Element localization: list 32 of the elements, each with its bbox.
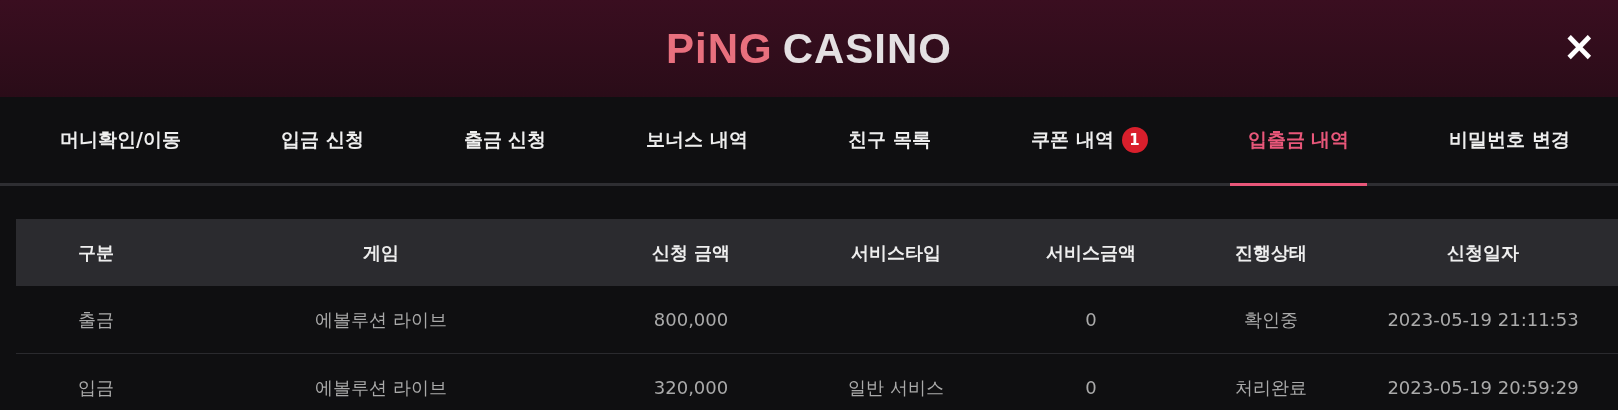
table-cell-text: 확인중 [1243, 307, 1299, 332]
table-cell-text: 800,000 [652, 309, 730, 330]
table-cell-text: 2023-05-19 20:59:29 [1386, 377, 1580, 398]
logo-text: PiNG [665, 24, 773, 73]
column-header: 서비스타입 [850, 240, 942, 265]
tab[interactable]: 머니확인/이동 [42, 97, 199, 186]
column-header: 서비스금액 [1045, 240, 1137, 265]
table-cell-text: 출금 [77, 307, 115, 332]
tab[interactable]: 쿠폰 내역 1 [1012, 97, 1166, 186]
table-cell-text: 일반 서비스 [847, 375, 945, 400]
table-cell-text: 입금 [77, 375, 115, 400]
column-header: 게임 [362, 240, 400, 265]
column-header: 구분 [77, 240, 115, 265]
count-badge: 1 [1121, 127, 1148, 153]
close-button[interactable]: × [1558, 22, 1600, 70]
table-cell-text: 2023-05-19 21:11:53 [1386, 309, 1580, 330]
tab[interactable]: 친구 목록 [830, 97, 949, 186]
table-cell-text: 320,000 [652, 377, 730, 398]
table-cell-text: 0 [1084, 309, 1098, 330]
table-cell-text: 에볼루션 라이브 [314, 307, 448, 332]
tab[interactable]: 출금 신청 [445, 97, 565, 186]
table-cell-text: 0 [1084, 377, 1098, 398]
tab[interactable]: 보너스 내역 [628, 97, 767, 186]
column-header: 진행상태 [1234, 240, 1308, 265]
table-cell-text: 처리완료 [1234, 375, 1308, 400]
tab[interactable]: 입출금 내역 [1229, 97, 1368, 186]
column-header: 신청 금액 [650, 240, 732, 265]
table-cell-text: 에볼루션 라이브 [314, 375, 448, 400]
tab[interactable]: 입금 신청 [263, 97, 382, 186]
tab[interactable]: 비밀번호 변경 [1431, 97, 1588, 186]
column-header: 신청일자 [1446, 240, 1520, 265]
logo-text: CASINO [782, 24, 952, 73]
